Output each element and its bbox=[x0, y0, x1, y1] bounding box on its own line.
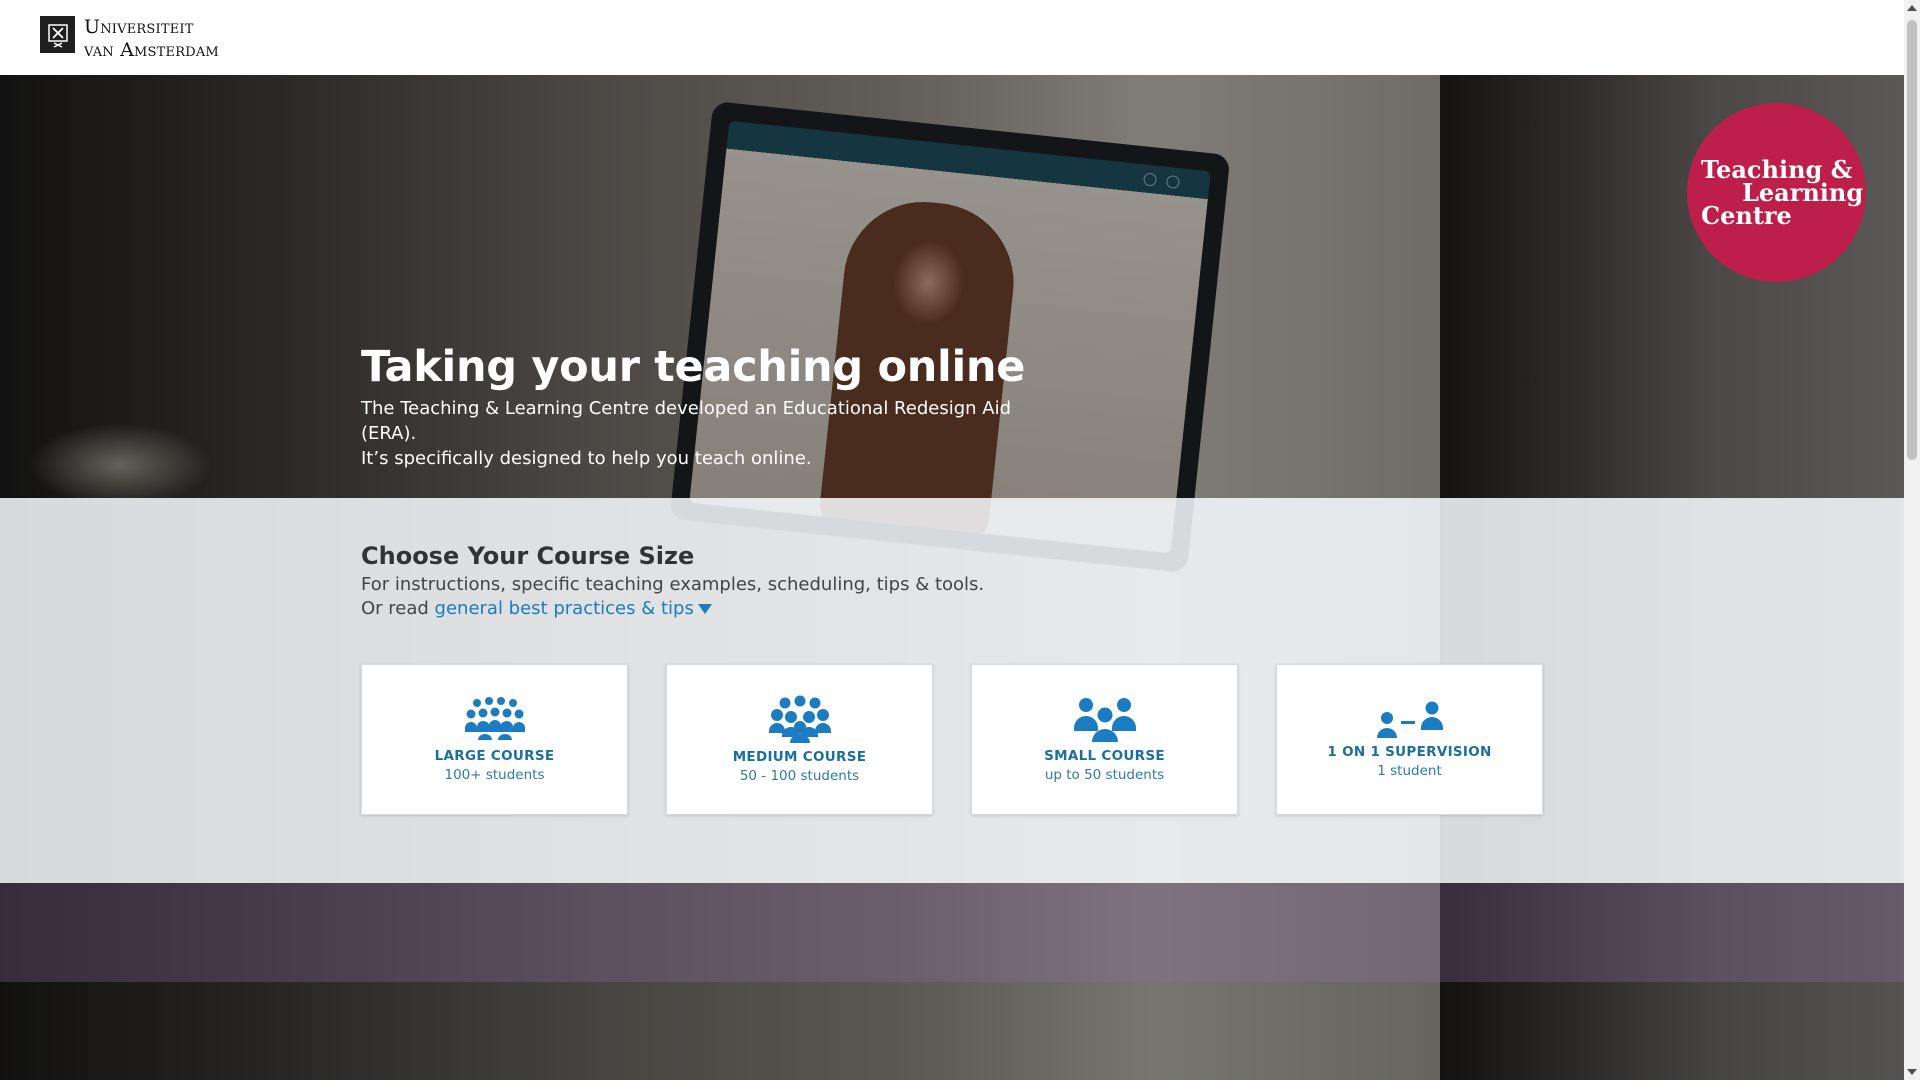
caret-down-icon bbox=[697, 604, 712, 614]
scroll-up-arrow-icon[interactable] bbox=[1907, 5, 1917, 11]
small-course-card[interactable]: SMALL COURSE up to 50 students bbox=[971, 664, 1238, 815]
tlc-badge-line-3: Centre bbox=[1701, 201, 1792, 230]
bottom-photo-overlay bbox=[0, 982, 1904, 1080]
large-course-card[interactable]: LARGE COURSE 100+ students bbox=[361, 664, 628, 815]
large-course-subtitle: 100+ students bbox=[444, 767, 545, 783]
medium-course-subtitle: 50 - 100 students bbox=[739, 768, 860, 784]
top-header: Universiteit van Amsterdam bbox=[0, 0, 1904, 75]
tlc-badge[interactable]: Teaching & Learning Centre bbox=[1687, 103, 1866, 282]
medium-course-title: MEDIUM COURSE bbox=[732, 749, 867, 765]
best-practices-link-text: general best practices & tips bbox=[434, 598, 694, 619]
large-course-title: LARGE COURSE bbox=[434, 748, 555, 764]
section-best-practices-line: Or read general best practices & tips bbox=[361, 598, 712, 619]
hero-subtitle-line-2: It’s specifically designed to help you t… bbox=[361, 448, 812, 469]
one-on-one-subtitle: 1 student bbox=[1377, 763, 1442, 779]
best-practices-link[interactable]: general best practices & tips bbox=[435, 598, 712, 619]
uva-logo-text: Universiteit van Amsterdam bbox=[84, 16, 219, 62]
hero-subtitle-line-1: The Teaching & Learning Centre developed… bbox=[361, 398, 1011, 444]
large-group-icon bbox=[464, 697, 525, 740]
scroll-down-arrow-icon[interactable] bbox=[1907, 1069, 1917, 1075]
logo-line-1: Universiteit bbox=[84, 16, 194, 38]
small-course-title: SMALL COURSE bbox=[1044, 748, 1165, 764]
purple-divider-band bbox=[0, 883, 1904, 982]
scroll-thumb[interactable] bbox=[1907, 20, 1917, 460]
uva-shield-icon bbox=[40, 16, 75, 53]
section-description: For instructions, specific teaching exam… bbox=[361, 574, 985, 595]
page-scrollbar[interactable] bbox=[1904, 0, 1920, 1080]
section-title: Choose Your Course Size bbox=[361, 542, 695, 570]
one-on-one-card[interactable]: 1 ON 1 SUPERVISION 1 student bbox=[1276, 664, 1543, 815]
course-size-cards: LARGE COURSE 100+ students MEDIUM COURSE… bbox=[361, 664, 1543, 815]
uva-logo-link[interactable]: Universiteit van Amsterdam bbox=[40, 16, 219, 62]
best-practices-prefix: Or read bbox=[361, 598, 435, 619]
logo-line-2: van Amsterdam bbox=[84, 39, 219, 61]
hero-subtitle: The Teaching & Learning Centre developed… bbox=[361, 396, 1061, 471]
small-group-icon bbox=[1073, 698, 1136, 742]
medium-course-card[interactable]: MEDIUM COURSE 50 - 100 students bbox=[666, 664, 933, 815]
one-on-one-title: 1 ON 1 SUPERVISION bbox=[1327, 744, 1492, 760]
small-course-subtitle: up to 50 students bbox=[1044, 767, 1165, 783]
hero-title: Taking your teaching online bbox=[361, 342, 1026, 392]
course-size-section: Choose Your Course Size For instructions… bbox=[0, 498, 1904, 883]
one-on-one-icon bbox=[1376, 701, 1443, 738]
medium-group-icon bbox=[768, 695, 831, 743]
